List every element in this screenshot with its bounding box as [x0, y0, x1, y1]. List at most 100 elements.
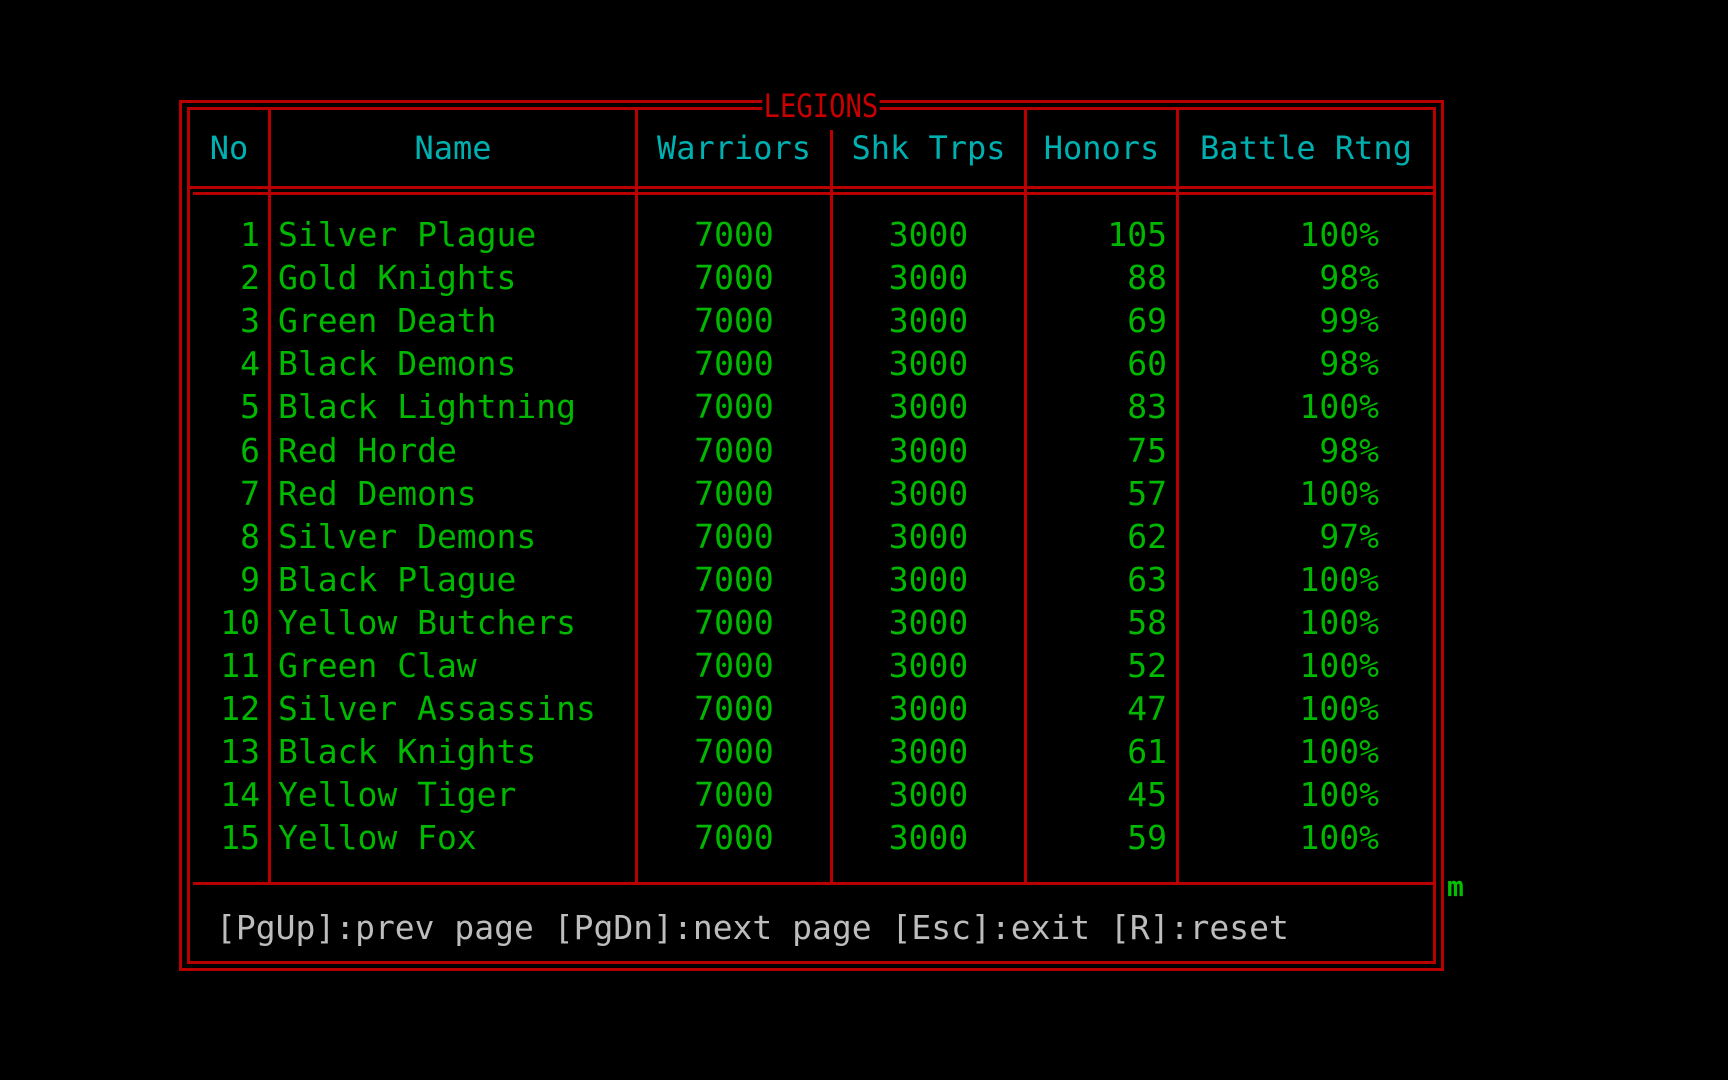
cell-shk-trps: 3000	[888, 559, 969, 599]
cell-shk-trps: 3000	[888, 473, 969, 513]
cell-honors: 69	[1127, 301, 1167, 341]
cell-shk-trps: 3000	[888, 344, 969, 384]
cell-shk-trps: 3000	[888, 689, 969, 729]
cell-name: Red Demons	[278, 473, 477, 513]
footer-separator	[193, 882, 1433, 885]
cell-no: 14	[220, 775, 260, 815]
cell-honors: 62	[1127, 516, 1167, 556]
header-no: No	[209, 129, 249, 167]
cell-honors: 59	[1127, 818, 1167, 858]
cell-no: 10	[220, 602, 260, 642]
cell-honors: 88	[1127, 258, 1167, 298]
cell-no: 2	[240, 258, 260, 298]
cell-honors: 45	[1127, 775, 1167, 815]
cell-warriors: 7000	[694, 344, 774, 384]
cell-honors: 47	[1127, 689, 1167, 729]
cell-no: 7	[240, 473, 260, 513]
cell-shk-trps: 3000	[888, 646, 969, 685]
cell-warriors: 7000	[694, 258, 774, 298]
cell-warriors: 7000	[694, 646, 774, 685]
cell-no: 12	[220, 689, 260, 729]
frame-inner-right	[1433, 107, 1436, 964]
cell-honors: 60	[1127, 344, 1167, 384]
cell-battle-rtng: 100%	[1299, 602, 1379, 642]
cell-battle-rtng: 100%	[1299, 818, 1379, 858]
cell-battle-rtng: 97%	[1319, 516, 1379, 556]
cell-warriors: 7000	[694, 602, 774, 642]
cell-no: 15	[220, 818, 260, 858]
cell-no: 1	[240, 215, 260, 254]
cell-name: Silver Demons	[278, 516, 537, 556]
cell-name: Yellow Fox	[278, 818, 477, 858]
header-name: Name	[414, 129, 492, 167]
cell-battle-rtng: 100%	[1299, 732, 1379, 772]
cell-honors: 58	[1127, 602, 1167, 642]
cell-warriors: 7000	[694, 301, 774, 341]
cell-warriors: 7000	[694, 430, 774, 470]
frame-inner-bottom	[187, 961, 1436, 964]
frame-outer-left	[179, 100, 182, 971]
cell-name: Green Claw	[278, 646, 477, 685]
header-shk-trps: Shk Trps	[851, 129, 1006, 167]
col-divider-1	[268, 107, 271, 885]
cell-battle-rtng: 100%	[1299, 473, 1379, 513]
cell-battle-rtng: 99%	[1319, 301, 1379, 341]
cell-battle-rtng: 100%	[1299, 387, 1379, 427]
cell-name: Silver Assassins	[278, 689, 596, 729]
frame-outer-right	[1441, 100, 1444, 971]
cell-honors: 83	[1127, 387, 1167, 427]
key-help-footer: [PgUp]:prev page [PgDn]:next page [Esc]:…	[216, 908, 1289, 947]
cell-honors: 105	[1107, 215, 1167, 254]
cell-battle-rtng: 100%	[1299, 775, 1379, 815]
cell-no: 9	[240, 559, 260, 599]
cell-battle-rtng: 98%	[1319, 344, 1379, 384]
cell-warriors: 7000	[694, 215, 774, 254]
cell-battle-rtng: 98%	[1319, 258, 1379, 298]
cell-warriors: 7000	[694, 689, 774, 729]
header-battle-rtng: Battle Rtng	[1200, 129, 1412, 167]
cell-warriors: 7000	[694, 559, 774, 599]
cell-shk-trps: 3000	[888, 215, 969, 254]
header-honors: Honors	[1043, 129, 1160, 167]
cell-warriors: 7000	[694, 387, 774, 427]
cell-warriors: 7000	[694, 818, 774, 858]
cell-battle-rtng: 100%	[1299, 689, 1379, 729]
cell-no: 11	[220, 646, 260, 685]
cell-no: 4	[240, 344, 260, 384]
cell-honors: 75	[1127, 430, 1167, 470]
cell-shk-trps: 3000	[888, 602, 969, 642]
cell-name: Yellow Butchers	[278, 602, 577, 642]
header-separator-2	[193, 192, 1433, 195]
cell-name: Green Death	[278, 301, 497, 341]
cell-name: Yellow Tiger	[278, 775, 517, 815]
cell-battle-rtng: 100%	[1299, 559, 1379, 599]
cell-shk-trps: 3000	[888, 430, 969, 470]
cell-warriors: 7000	[694, 775, 774, 815]
header-separator-1	[187, 186, 1436, 189]
cell-honors: 63	[1127, 559, 1167, 599]
cell-shk-trps: 3000	[888, 387, 969, 427]
cell-name: Black Lightning	[278, 387, 577, 427]
cell-shk-trps: 3000	[888, 301, 969, 341]
stray-character: m	[1447, 870, 1464, 903]
cell-no: 3	[240, 301, 260, 341]
cell-honors: 52	[1127, 646, 1167, 685]
cell-no: 8	[240, 516, 260, 556]
cell-no: 13	[220, 732, 260, 772]
cell-honors: 57	[1127, 473, 1167, 513]
cell-name: Gold Knights	[278, 258, 517, 298]
cell-no: 5	[240, 387, 260, 427]
cell-battle-rtng: 100%	[1299, 646, 1379, 685]
cell-name: Black Knights	[278, 732, 537, 772]
cell-battle-rtng: 100%	[1299, 215, 1379, 254]
window-title: LEGIONS	[762, 86, 880, 126]
cell-warriors: 7000	[694, 732, 774, 772]
cell-honors: 61	[1127, 732, 1167, 772]
cell-shk-trps: 3000	[888, 818, 969, 858]
frame-outer-bottom	[179, 968, 1444, 971]
cell-warriors: 7000	[694, 473, 774, 513]
cell-no: 6	[240, 430, 260, 470]
cell-shk-trps: 3000	[888, 258, 969, 298]
cell-name: Silver Plague	[278, 215, 537, 254]
cell-battle-rtng: 98%	[1319, 430, 1379, 470]
